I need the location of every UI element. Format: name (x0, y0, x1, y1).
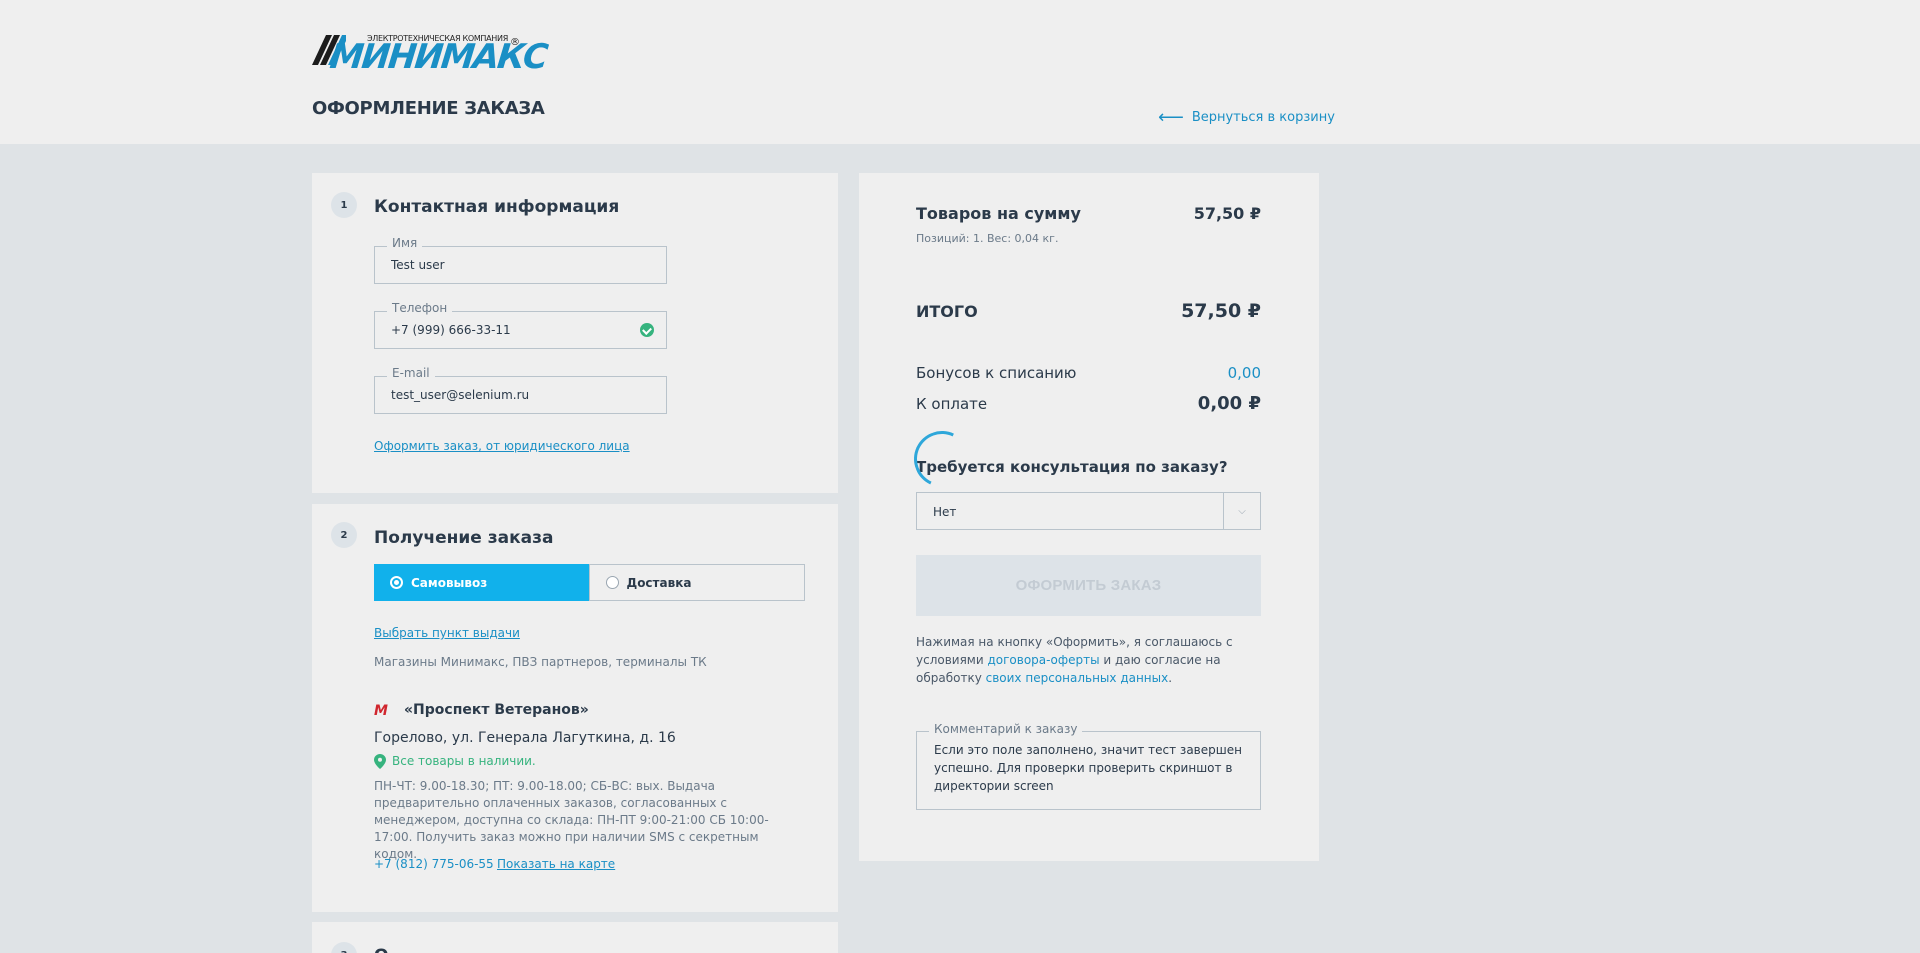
pickup-option[interactable]: Самовывоз (374, 564, 589, 601)
section-title: О (374, 946, 388, 953)
metro-icon: М (374, 703, 388, 719)
section-title: Получение заказа (374, 528, 554, 548)
pickup-label: Самовывоз (411, 575, 488, 590)
personal-data-link[interactable]: своих персональных данных (986, 671, 1169, 685)
pickup-points-hint: Магазины Минимакс, ПВЗ партнеров, термин… (374, 655, 707, 669)
back-to-cart-link[interactable]: ⟵ Вернуться в корзину (1158, 106, 1335, 128)
agreement-text: Нажимая на кнопку «Оформить», я соглашаю… (916, 633, 1261, 687)
bonus-row: Бонусов к списанию 0,00 (916, 364, 1261, 382)
phone-input[interactable] (391, 312, 631, 348)
store-name: «Проспект Ветеранов» (404, 702, 589, 718)
to-pay-row: К оплате 0,00 ₽ (916, 393, 1261, 414)
goods-sum-row: Товаров на сумму 57,50 ₽ (916, 204, 1261, 223)
store-hours: ПН-ЧТ: 9.00-18.30; ПТ: 9.00-18.00; СБ-ВС… (374, 779, 769, 861)
name-input[interactable] (391, 247, 631, 283)
total-label: ИТОГО (916, 302, 978, 321)
check-icon (640, 323, 654, 337)
to-pay-value: 0,00 ₽ (1197, 393, 1261, 414)
order-summary: Товаров на сумму 57,50 ₽ Позиций: 1. Вес… (859, 173, 1319, 861)
email-input[interactable] (391, 377, 631, 413)
loading-spinner-icon (906, 423, 978, 495)
chevron-down-icon[interactable]: ⌵ (1223, 493, 1260, 529)
availability-status: Все товары в наличии. (392, 754, 536, 768)
legal-entity-link[interactable]: Оформить заказ, от юридического лица (374, 439, 630, 453)
offer-contract-link[interactable]: договора-оферты (987, 653, 1099, 667)
choose-pickup-point-link[interactable]: Выбрать пункт выдачи (374, 626, 520, 640)
bonus-value[interactable]: 0,00 (1228, 364, 1261, 382)
show-on-map-link[interactable]: Показать на карте (497, 857, 615, 871)
step-number: 3 (331, 942, 357, 953)
store-address: Горелово, ул. Генерала Лагуткина, д. 16 (374, 730, 676, 746)
arrow-left-icon: ⟵ (1158, 106, 1184, 128)
positions-weight: Позиций: 1. Вес: 0,04 кг. (916, 232, 1059, 245)
store-phone[interactable]: +7 (812) 775-06-55 (374, 857, 494, 871)
email-field[interactable]: E-mail (374, 366, 667, 414)
order-section-3: 3 О (312, 922, 838, 953)
contact-section: 1 Контактная информация Имя Телефон E-ma… (312, 173, 838, 493)
comment-label: Комментарий к заказу (929, 722, 1083, 736)
back-to-cart-label: Вернуться в корзину (1191, 110, 1335, 125)
delivery-option[interactable]: Доставка (588, 564, 805, 601)
step-number: 2 (331, 522, 357, 548)
place-order-button[interactable]: ОФОРМИТЬ ЗАКАЗ (916, 555, 1261, 616)
top-header: ЭЛЕКТРОТЕХНИЧЕСКАЯ КОМПАНИЯ МИНИМАКС ® О… (0, 0, 1920, 144)
consultation-selected-value: Нет (933, 505, 957, 519)
step-number: 1 (331, 192, 357, 218)
agreement-suffix: . (1168, 671, 1173, 685)
total-value: 57,50 ₽ (1181, 300, 1261, 322)
bonus-label: Бонусов к списанию (916, 364, 1077, 382)
name-field[interactable]: Имя (374, 236, 667, 284)
delivery-label: Доставка (626, 575, 692, 590)
phone-field[interactable]: Телефон (374, 301, 667, 349)
total-row: ИТОГО 57,50 ₽ (916, 300, 1261, 322)
to-pay-label: К оплате (916, 395, 988, 413)
company-logo[interactable]: ЭЛЕКТРОТЕХНИЧЕСКАЯ КОМПАНИЯ МИНИМАКС ® (312, 31, 548, 77)
section-title: Контактная информация (374, 197, 620, 217)
delivery-section: 2 Получение заказа Самовывоз Доставка Вы… (312, 504, 838, 912)
radio-checked-icon (390, 576, 403, 589)
goods-sum-value: 57,50 ₽ (1193, 204, 1261, 223)
comment-textarea[interactable]: Если это поле заполнено, значит тест зав… (934, 741, 1244, 795)
delivery-method-toggle: Самовывоз Доставка (374, 564, 805, 601)
logo-registered-mark: ® (510, 37, 520, 48)
goods-sum-label: Товаров на сумму (916, 204, 1081, 223)
radio-unchecked-icon (605, 576, 619, 589)
location-pin-icon (374, 754, 386, 769)
consultation-select[interactable]: Нет ⌵ (916, 492, 1261, 530)
order-comment-field[interactable]: Комментарий к заказу Если это поле запол… (916, 722, 1261, 810)
page-title: ОФОРМЛЕНИЕ ЗАКАЗА (312, 98, 545, 119)
